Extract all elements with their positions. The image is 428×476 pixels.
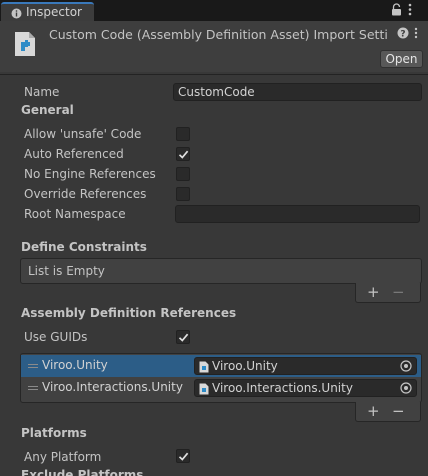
remove-reference-button[interactable]: − bbox=[392, 403, 405, 419]
assembly-definition-file-icon bbox=[199, 361, 209, 376]
inspector-title: Custom Code (Assembly Definition Asset) … bbox=[49, 27, 388, 42]
use-guids-checkbox[interactable] bbox=[176, 330, 190, 344]
root-namespace-input[interactable] bbox=[175, 205, 420, 223]
allow-unsafe-label: Allow 'unsafe' Code bbox=[24, 127, 142, 141]
info-icon bbox=[11, 8, 22, 22]
settings-menu-icon[interactable] bbox=[414, 27, 418, 42]
define-constraints-list: List is Empty bbox=[20, 258, 422, 284]
define-constraints-heading: Define Constraints bbox=[21, 240, 147, 254]
assembly-references-list-footer: + − bbox=[355, 402, 421, 422]
general-heading: General bbox=[21, 103, 74, 117]
use-guids-label: Use GUIDs bbox=[24, 330, 88, 344]
checkmark-icon bbox=[178, 150, 189, 159]
any-platform-label: Any Platform bbox=[24, 450, 102, 464]
add-constraint-button[interactable]: + bbox=[367, 284, 380, 300]
reference-object-value: Viroo.Unity bbox=[212, 359, 278, 373]
object-picker-icon[interactable] bbox=[400, 360, 412, 375]
auto-referenced-checkbox[interactable] bbox=[176, 147, 190, 161]
reference-object-field[interactable]: Viroo.Unity bbox=[194, 357, 417, 375]
assembly-references-heading: Assembly Definition References bbox=[21, 306, 237, 320]
override-references-label: Override References bbox=[24, 187, 147, 201]
assembly-definition-file-icon bbox=[199, 383, 209, 398]
header-divider bbox=[0, 74, 428, 75]
svg-text:?: ? bbox=[400, 30, 405, 40]
object-picker-icon[interactable] bbox=[400, 382, 412, 397]
name-input[interactable]: CustomCode bbox=[173, 83, 422, 101]
exclude-platforms-heading: Exclude Platforms bbox=[21, 468, 144, 476]
drag-handle-icon[interactable] bbox=[28, 386, 38, 387]
assembly-definition-file-icon bbox=[13, 31, 37, 60]
assembly-reference-row[interactable]: Viroo.Interactions.Unity Viroo.Interacti… bbox=[21, 377, 421, 399]
checkmark-icon bbox=[178, 452, 189, 461]
checkmark-icon bbox=[178, 333, 189, 342]
drag-handle-line bbox=[28, 389, 38, 390]
no-engine-references-label: No Engine References bbox=[24, 167, 156, 181]
list-empty-text: List is Empty bbox=[28, 264, 105, 278]
platforms-heading: Platforms bbox=[21, 426, 87, 440]
auto-referenced-label: Auto Referenced bbox=[24, 147, 124, 161]
help-icon[interactable]: ? bbox=[397, 27, 409, 42]
override-references-checkbox[interactable] bbox=[176, 187, 190, 201]
lock-icon[interactable] bbox=[391, 3, 402, 19]
define-constraints-list-footer: + − bbox=[355, 283, 421, 303]
allow-unsafe-checkbox[interactable] bbox=[176, 127, 190, 141]
tab-label: Inspector bbox=[26, 5, 82, 19]
root-namespace-label: Root Namespace bbox=[24, 207, 126, 221]
add-reference-button[interactable]: + bbox=[367, 403, 380, 419]
name-label: Name bbox=[24, 85, 60, 99]
no-engine-references-checkbox[interactable] bbox=[176, 167, 190, 181]
reference-name: Viroo.Interactions.Unity bbox=[42, 380, 183, 394]
any-platform-checkbox[interactable] bbox=[176, 449, 190, 463]
remove-constraint-button[interactable]: − bbox=[392, 284, 405, 300]
more-options-icon[interactable] bbox=[408, 3, 412, 19]
assembly-reference-row[interactable]: Viroo.Unity Viroo.Unity bbox=[21, 355, 421, 377]
tab-inspector[interactable]: Inspector bbox=[1, 2, 94, 21]
open-button[interactable]: Open bbox=[380, 50, 423, 68]
inspector-header: Custom Code (Assembly Definition Asset) … bbox=[0, 21, 428, 72]
tab-bar: Inspector bbox=[0, 0, 428, 21]
reference-object-field[interactable]: Viroo.Interactions.Unity bbox=[194, 379, 417, 397]
reference-name: Viroo.Unity bbox=[42, 358, 108, 372]
drag-handle-line bbox=[28, 367, 38, 368]
drag-handle-icon[interactable] bbox=[28, 364, 38, 365]
reference-object-value: Viroo.Interactions.Unity bbox=[212, 381, 353, 395]
